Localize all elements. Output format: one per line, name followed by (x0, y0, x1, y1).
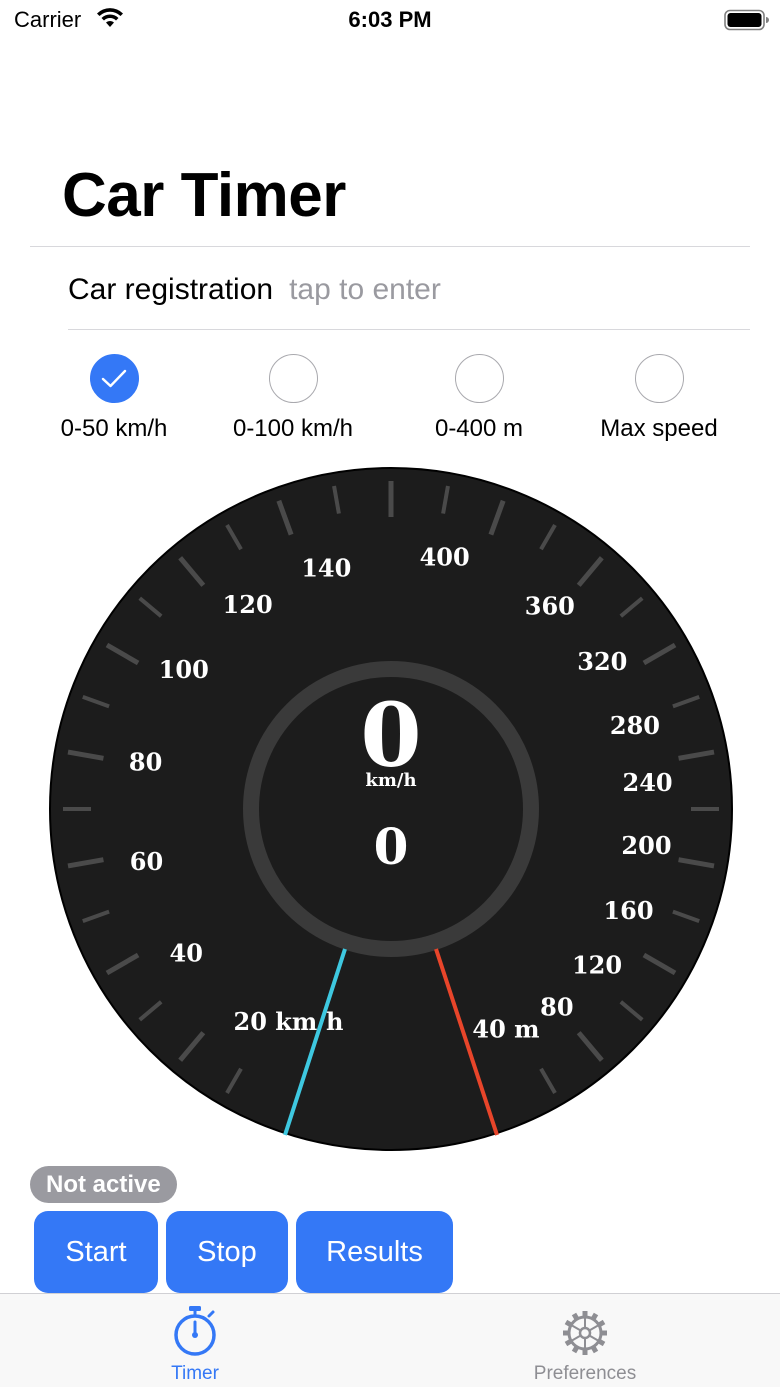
battery-icon (724, 9, 769, 31)
speed-scale-label: 120 (223, 590, 273, 619)
mode-label: 0-50 km/h (60, 415, 168, 442)
results-button[interactable]: Results (296, 1211, 453, 1293)
gear-spoke (588, 1334, 599, 1342)
distance-scale-label: 400 (420, 543, 470, 572)
distance-scale-label: 200 (621, 831, 671, 860)
status-badge: Not active (30, 1166, 177, 1203)
gear-hub (578, 1326, 592, 1340)
registration-label: Car registration (68, 273, 274, 306)
tab-timer[interactable]: Timer (145, 1294, 245, 1387)
speed-scale-label: 100 (159, 655, 209, 684)
status-bar: Carrier 6:03 PM (0, 0, 780, 44)
distance-scale-label: 80 (540, 993, 573, 1022)
distance-scale-label: 160 (603, 896, 653, 925)
speedometer-gauge: 20 km/h40608010012014040 m80120160200240… (49, 467, 733, 1151)
speed-scale-label: 140 (301, 554, 351, 583)
checkmark-icon (101, 369, 127, 387)
distance-scale-label: 120 (572, 950, 622, 979)
distance-readout: 0 (374, 817, 409, 876)
speed-scale-label: 60 (130, 847, 163, 876)
tab-bar: Timer Preferences (0, 1293, 780, 1387)
speed-readout-unit: km/h (365, 770, 416, 791)
radio-unchecked[interactable] (454, 354, 504, 403)
distance-scale-label: 240 (623, 768, 673, 797)
radio-checked[interactable] (89, 354, 139, 403)
speed-scale-label: 20 km/h (234, 1007, 344, 1036)
distance-scale-label: 320 (577, 647, 627, 676)
mode-label: Max speed (600, 415, 718, 442)
stopwatch-icon (174, 1306, 216, 1356)
mode-label: 0-400 m (434, 415, 524, 442)
tab-preferences[interactable]: Preferences (520, 1294, 650, 1387)
distance-scale-label: 280 (610, 711, 660, 740)
registration-row: Car registration (68, 268, 750, 312)
registration-input[interactable] (289, 273, 690, 307)
divider (30, 246, 750, 247)
gear-spoke (588, 1324, 599, 1332)
mode-option-0-400[interactable]: 0-400 m (389, 354, 569, 443)
distance-scale-label: 40 m (472, 1014, 539, 1043)
divider (68, 329, 750, 330)
mode-option-max-speed[interactable]: Max speed (569, 354, 749, 443)
gear-spoke (571, 1334, 582, 1342)
page-title: Car Timer (62, 161, 346, 230)
tab-label: Timer (171, 1363, 219, 1384)
gear-icon (563, 1311, 607, 1355)
mode-option-0-50[interactable]: 0-50 km/h (24, 354, 204, 443)
tab-label: Preferences (533, 1363, 637, 1384)
speed-scale-label: 40 (170, 938, 203, 967)
mode-label: 0-100 km/h (232, 415, 354, 442)
speed-scale-label: 80 (129, 747, 162, 776)
status-time: 6:03 PM (348, 7, 432, 32)
mode-option-0-100[interactable]: 0-100 km/h (203, 354, 383, 443)
gear-spoke (571, 1324, 582, 1332)
radio-unchecked[interactable] (634, 354, 684, 403)
distance-scale-label: 360 (525, 592, 575, 621)
start-button[interactable]: Start (34, 1211, 158, 1293)
stop-button[interactable]: Stop (166, 1211, 288, 1293)
radio-unchecked[interactable] (268, 354, 318, 403)
